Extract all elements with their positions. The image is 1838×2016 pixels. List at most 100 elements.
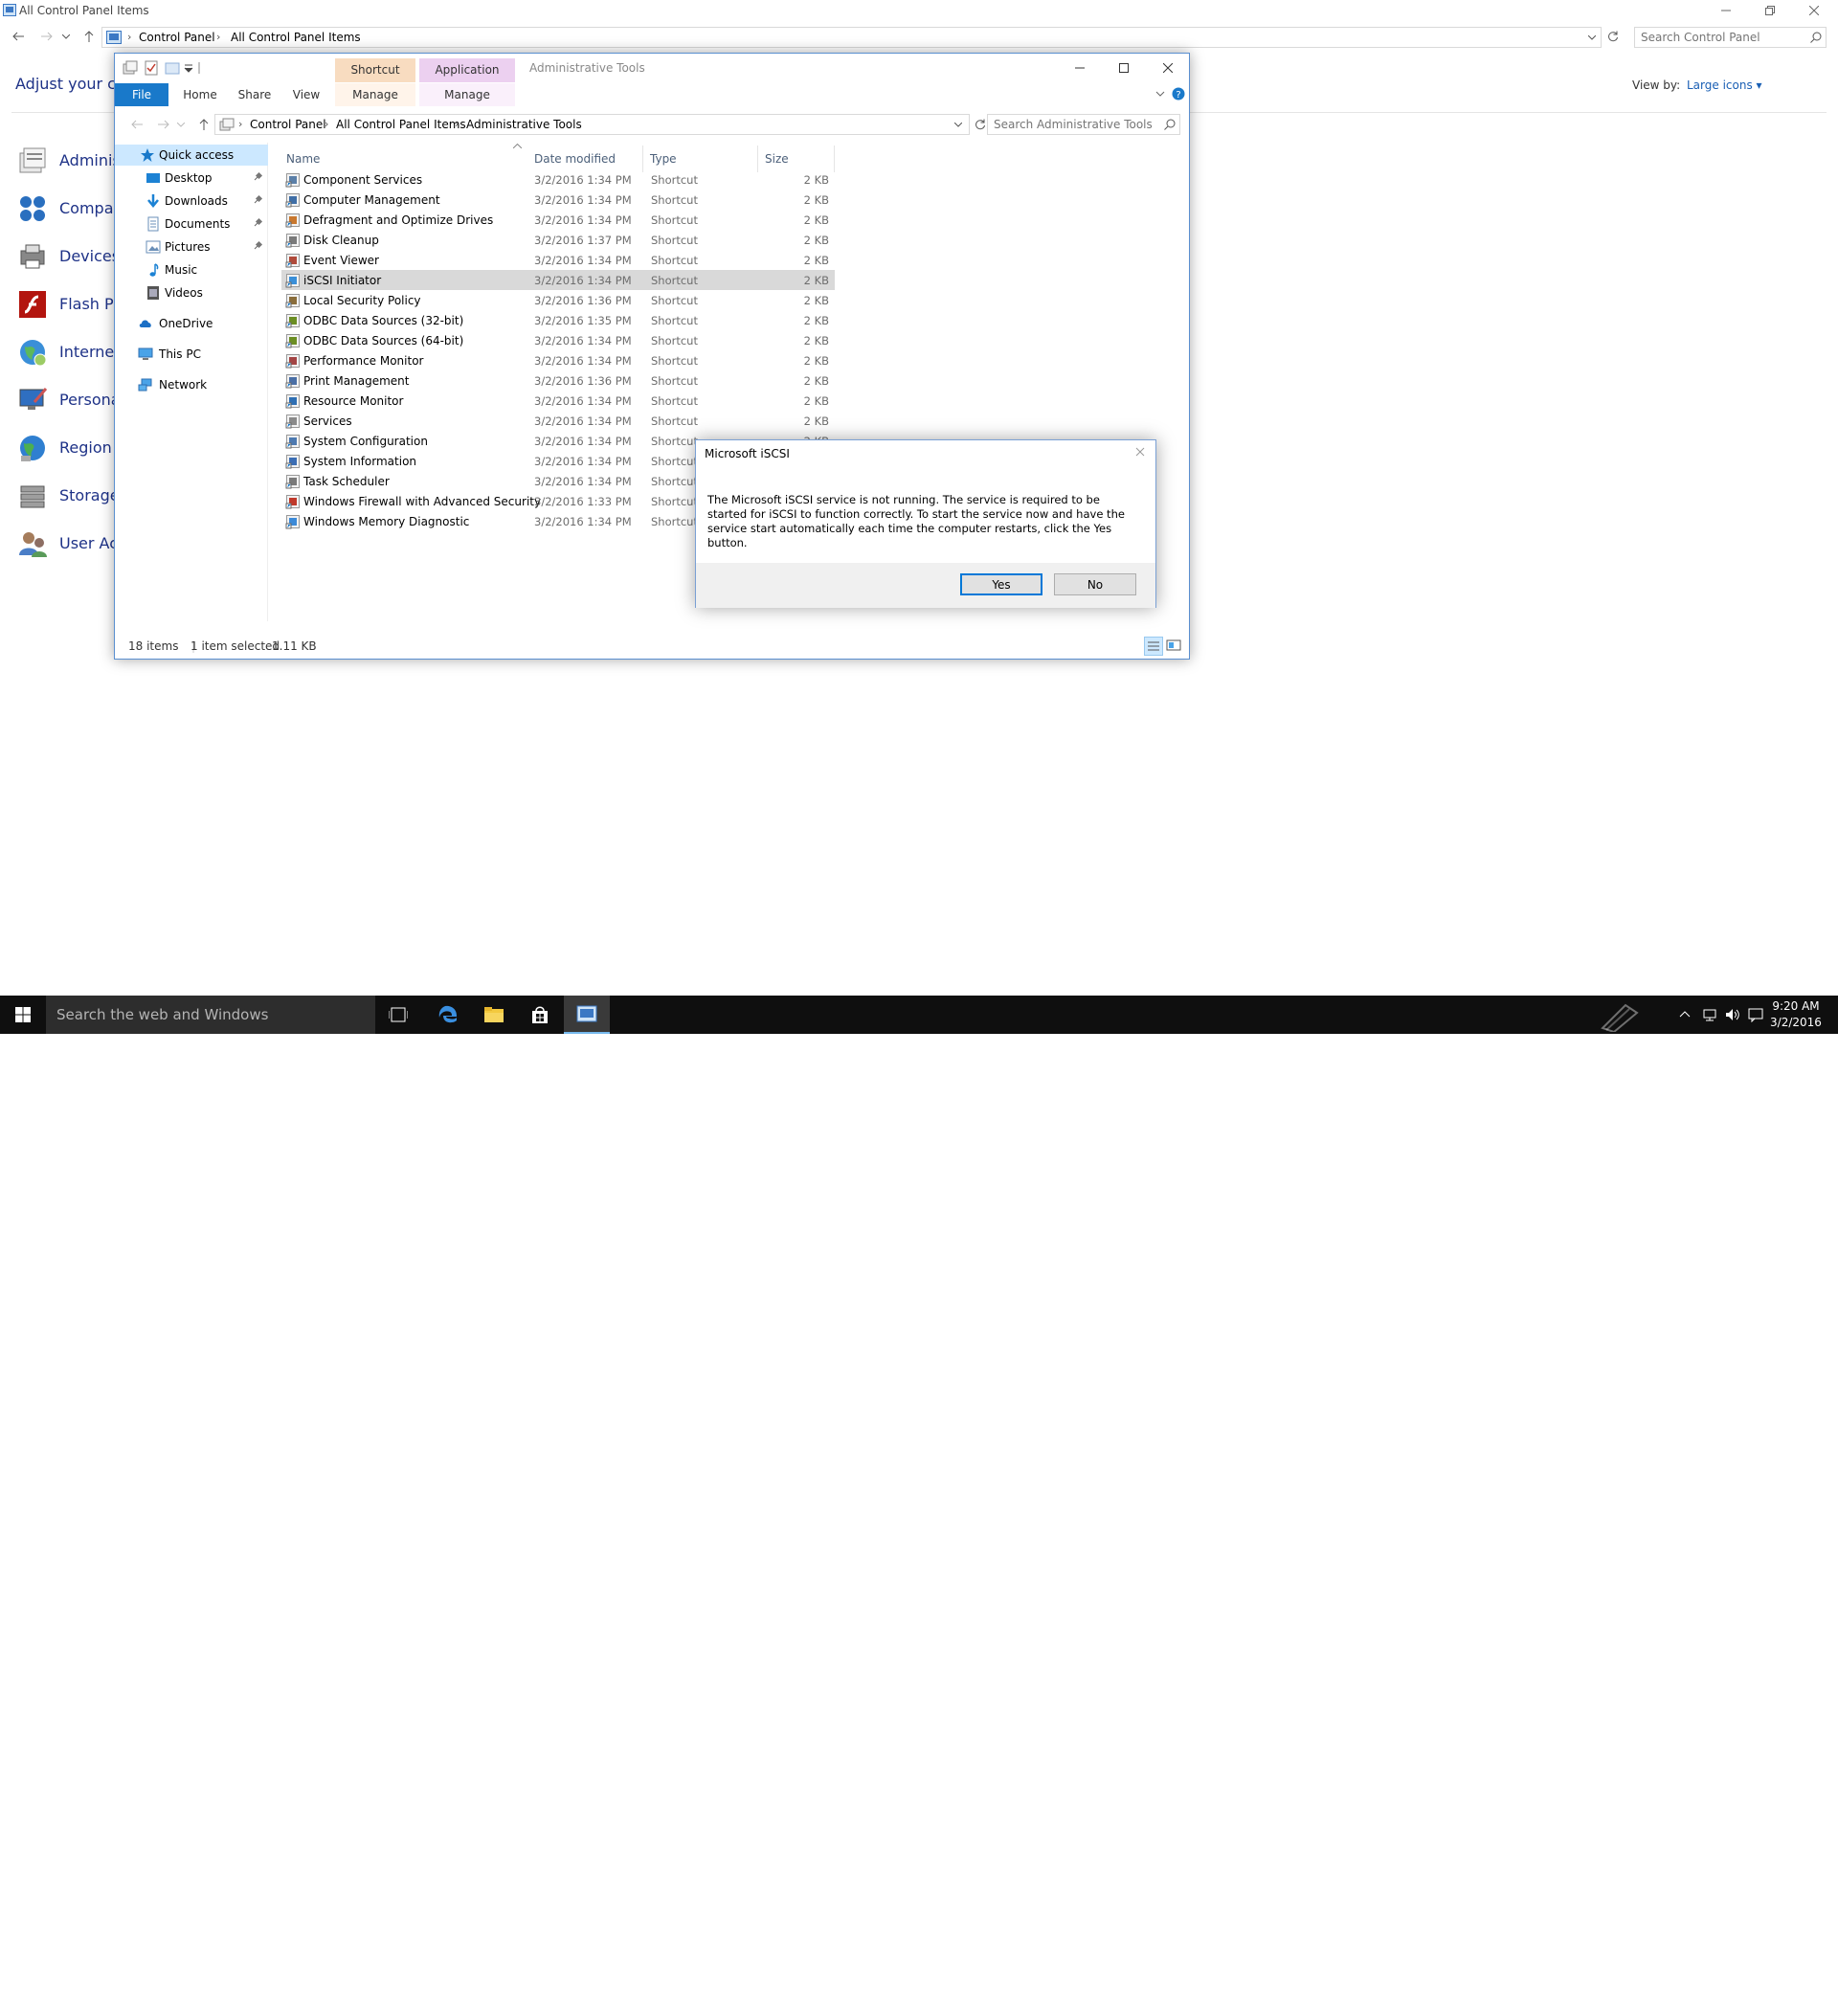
address-path[interactable]: › Control Panel › All Control Panel Item… — [214, 114, 970, 135]
large-icons-view-icon[interactable] — [1166, 638, 1181, 653]
file-row[interactable]: iSCSI Initiator 3/2/2016 1:34 PM Shortcut 2… — [281, 270, 835, 290]
chevron-down-icon[interactable] — [1588, 35, 1596, 40]
file-row[interactable]: ODBC Data Sources (64-bit) 3/2/2016 1:34 … — [281, 330, 835, 350]
back-button[interactable] — [8, 25, 29, 48]
nav-label: Documents — [165, 217, 231, 231]
nav-this-pc[interactable]: This PC — [115, 344, 268, 365]
nav-network[interactable]: Network — [115, 374, 268, 395]
up-button[interactable] — [193, 113, 214, 136]
tab-manage-shortcut[interactable]: Manage — [335, 83, 415, 106]
control-panel-search[interactable] — [1634, 27, 1827, 48]
column-separator[interactable] — [642, 146, 643, 172]
column-type[interactable]: Type — [650, 152, 677, 166]
restore-button[interactable] — [1748, 0, 1792, 21]
view-by-value: Large icons — [1687, 78, 1753, 92]
maximize-icon — [1119, 63, 1129, 73]
tab-manage-application[interactable]: Manage — [419, 83, 515, 106]
nav-onedrive[interactable]: OneDrive — [115, 313, 268, 334]
nav-quick-access[interactable]: Quick access — [115, 145, 268, 166]
column-separator[interactable] — [757, 146, 758, 172]
breadcrumb-all-items[interactable]: All Control Panel Items — [336, 118, 466, 131]
file-date: 3/2/2016 1:34 PM — [534, 213, 632, 227]
help-icon[interactable]: ? — [1172, 87, 1185, 101]
search-input[interactable] — [1641, 31, 1804, 44]
file-explorer-button[interactable] — [471, 996, 517, 1034]
tab-home[interactable]: Home — [172, 83, 228, 106]
column-date-modified[interactable]: Date modified — [534, 152, 616, 166]
breadcrumb-control-panel[interactable]: Control Panel — [250, 118, 326, 131]
minimize-button[interactable] — [1058, 54, 1102, 82]
breadcrumb-control-panel[interactable]: Control Panel — [139, 31, 215, 44]
recent-locations-button[interactable] — [174, 113, 188, 136]
forward-button[interactable] — [153, 113, 174, 136]
taskbar-search[interactable]: Search the web and Windows — [46, 996, 375, 1034]
search-input[interactable] — [994, 118, 1156, 131]
new-folder-icon[interactable] — [165, 60, 180, 76]
file-row[interactable]: Print Management 3/2/2016 1:36 PM Shortcut… — [281, 370, 835, 391]
file-row[interactable]: Local Security Policy 3/2/2016 1:36 PM Sho… — [281, 290, 835, 310]
customize-toolbar-icon[interactable] — [184, 60, 193, 76]
nav-documents[interactable]: Documents — [115, 213, 268, 235]
file-row[interactable]: Performance Monitor 3/2/2016 1:34 PM Short… — [281, 350, 835, 370]
up-button[interactable] — [78, 25, 100, 48]
close-icon[interactable] — [1132, 444, 1148, 459]
chevron-down-icon[interactable] — [954, 123, 962, 127]
file-row[interactable]: Services 3/2/2016 1:34 PM Shortcut 2 KB — [281, 411, 835, 431]
file-row[interactable]: Event Viewer 3/2/2016 1:34 PM Shortcut 2 KB — [281, 250, 835, 270]
clock-time[interactable]: 9:20 AM — [1767, 999, 1825, 1013]
address-path[interactable]: › Control Panel › All Control Panel Item… — [101, 27, 1602, 48]
tab-share[interactable]: Share — [228, 83, 281, 106]
task-view-icon — [389, 1007, 408, 1022]
nav-music[interactable]: Music — [115, 259, 268, 280]
expand-ribbon-icon[interactable] — [1155, 91, 1165, 97]
forward-button[interactable] — [36, 25, 57, 48]
control-panel-taskbar-button[interactable] — [564, 996, 610, 1034]
column-size[interactable]: Size — [765, 152, 789, 166]
column-name[interactable]: Name — [286, 152, 320, 166]
file-row[interactable]: Defragment and Optimize Drives 3/2/2016 1… — [281, 210, 835, 230]
file-date: 3/2/2016 1:34 PM — [534, 193, 632, 207]
breadcrumb-all-items[interactable]: All Control Panel Items — [231, 31, 361, 44]
nav-label: Quick access — [159, 148, 235, 162]
edge-button[interactable] — [425, 996, 471, 1034]
nav-videos[interactable]: Videos — [115, 282, 268, 303]
explorer-search[interactable] — [987, 114, 1180, 135]
download-icon — [147, 194, 159, 208]
file-row[interactable]: ODBC Data Sources (32-bit) 3/2/2016 1:35 … — [281, 310, 835, 330]
shortcut-icon — [285, 234, 300, 248]
action-center-icon[interactable] — [1748, 1007, 1763, 1022]
nav-label: Music — [165, 263, 198, 277]
store-button[interactable] — [517, 996, 563, 1034]
pin-icon — [254, 171, 263, 181]
close-button[interactable] — [1792, 0, 1836, 21]
nav-downloads[interactable]: Downloads — [115, 190, 268, 212]
file-row[interactable]: Resource Monitor 3/2/2016 1:34 PM Shortcut… — [281, 391, 835, 411]
minimize-button[interactable] — [1704, 0, 1748, 21]
network-tray-icon[interactable] — [1702, 1007, 1717, 1022]
view-by-dropdown[interactable]: Large icons ▾ — [1687, 78, 1762, 92]
breadcrumb-administrative-tools[interactable]: Administrative Tools — [466, 118, 582, 131]
file-row[interactable]: Component Services 3/2/2016 1:34 PM Shortc… — [281, 169, 835, 190]
tab-file[interactable]: File — [115, 83, 168, 106]
details-view-icon[interactable] — [1144, 637, 1163, 656]
close-icon — [1809, 6, 1819, 15]
file-row[interactable]: Computer Management 3/2/2016 1:34 PM Short… — [281, 190, 835, 210]
nav-pictures[interactable]: Pictures — [115, 236, 268, 258]
volume-icon[interactable] — [1725, 1007, 1740, 1022]
maximize-button[interactable] — [1102, 54, 1146, 82]
file-row[interactable]: Disk Cleanup 3/2/2016 1:37 PM Shortcut 2 KB — [281, 230, 835, 250]
clock-date[interactable]: 3/2/2016 — [1767, 1016, 1825, 1029]
nav-desktop[interactable]: Desktop — [115, 168, 268, 189]
close-button[interactable] — [1146, 54, 1190, 82]
tray-chevron-up-icon[interactable] — [1679, 1010, 1691, 1018]
column-separator[interactable] — [834, 146, 835, 172]
task-view-button[interactable] — [375, 996, 421, 1034]
no-button[interactable]: No — [1054, 573, 1136, 595]
back-button[interactable] — [126, 113, 147, 136]
yes-button[interactable]: Yes — [960, 573, 1042, 595]
properties-icon[interactable] — [144, 60, 159, 76]
refresh-button[interactable] — [1603, 25, 1623, 48]
tab-view[interactable]: View — [281, 83, 331, 106]
start-button[interactable] — [0, 996, 46, 1034]
recent-locations-button[interactable] — [59, 25, 73, 48]
